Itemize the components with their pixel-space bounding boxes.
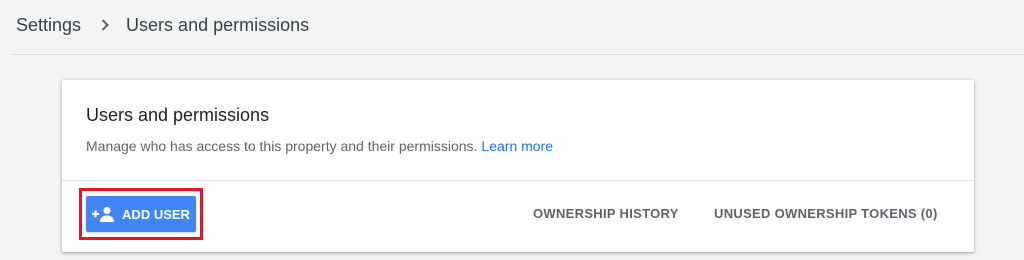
unused-ownership-tokens-button[interactable]: UNUSED OWNERSHIP TOKENS (0) — [714, 206, 938, 221]
breadcrumb-settings[interactable]: Settings — [16, 15, 81, 36]
add-user-button[interactable]: ADD USER — [86, 196, 196, 232]
users-permissions-card: Users and permissions Manage who has acc… — [62, 80, 974, 252]
add-user-label: ADD USER — [122, 206, 190, 222]
card-description: Manage who has access to this property a… — [86, 138, 553, 154]
person-add-icon — [92, 206, 115, 222]
card-divider — [62, 180, 974, 181]
description-text: Manage who has access to this property a… — [86, 138, 478, 154]
page-title: Users and permissions — [126, 14, 310, 35]
add-user-highlight: ADD USER — [79, 188, 203, 240]
chevron-right-icon — [101, 19, 109, 31]
learn-more-link[interactable]: Learn more — [481, 138, 553, 154]
card-title: Users and permissions — [86, 105, 270, 125]
ownership-history-button[interactable]: OWNERSHIP HISTORY — [533, 206, 679, 221]
breadcrumb: Settings Users and permissions — [16, 0, 309, 50]
header-divider — [12, 54, 1024, 55]
